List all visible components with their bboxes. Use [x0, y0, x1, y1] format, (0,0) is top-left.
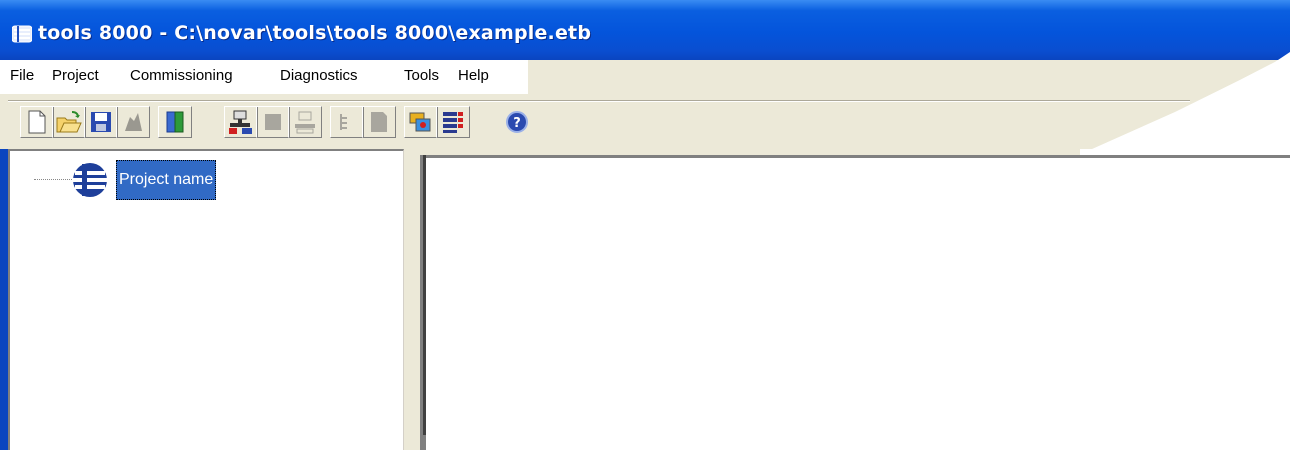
menu-tools[interactable]: Tools — [404, 67, 439, 84]
new-icon — [28, 110, 46, 134]
help-button[interactable]: ? — [500, 106, 534, 138]
pane-splitter[interactable] — [404, 149, 420, 450]
book-button[interactable] — [158, 106, 192, 138]
book-icon — [166, 111, 184, 133]
save-icon — [91, 112, 111, 132]
project-icon — [73, 163, 107, 197]
open-icon — [56, 111, 82, 133]
palette-icon — [409, 112, 431, 132]
content-area — [420, 155, 1290, 450]
window-title: tools 8000 - C:\novar\tools\tools 8000\e… — [38, 22, 592, 44]
tree-item-project[interactable]: Project name — [116, 160, 217, 200]
menu-file[interactable]: File — [10, 67, 34, 84]
disabled-button[interactable] — [256, 106, 290, 138]
toolbar: ? — [0, 94, 1290, 154]
disabled-icon — [125, 113, 142, 131]
list-icon — [443, 112, 463, 133]
svg-text:?: ? — [513, 116, 521, 131]
menu-bar: File Project Commissioning Diagnostics T… — [0, 60, 1290, 94]
tree-connector — [34, 179, 74, 181]
menu-diagnostics[interactable]: Diagnostics — [280, 67, 358, 84]
disabled-button[interactable] — [362, 106, 396, 138]
tree-icon — [340, 114, 347, 130]
disabled-icon — [295, 111, 315, 134]
menu-help[interactable]: Help — [458, 67, 489, 84]
save-button[interactable] — [84, 106, 118, 138]
disabled-icon — [371, 112, 387, 132]
network-button[interactable] — [224, 106, 258, 138]
app-icon — [12, 25, 32, 43]
application-window: tools 8000 - C:\novar\tools\tools 8000\e… — [0, 0, 1290, 450]
project-tree[interactable]: Project name — [8, 149, 404, 450]
toolbar-divider — [8, 100, 1190, 102]
disabled-button[interactable] — [288, 106, 322, 138]
content-pane — [420, 149, 1290, 450]
open-button[interactable] — [52, 106, 86, 138]
network-icon — [229, 110, 252, 134]
disabled-icon — [265, 114, 281, 130]
disabled-button[interactable] — [116, 106, 150, 138]
new-button[interactable] — [20, 106, 54, 138]
menu-commissioning[interactable]: Commissioning — [130, 67, 233, 84]
menu-project[interactable]: Project — [52, 67, 99, 84]
help-icon: ? — [506, 111, 528, 133]
title-bar[interactable]: tools 8000 - C:\novar\tools\tools 8000\e… — [0, 0, 1290, 60]
tree-button[interactable] — [330, 106, 364, 138]
window-left-border — [0, 149, 8, 450]
list-button[interactable] — [436, 106, 470, 138]
palette-button[interactable] — [404, 106, 438, 138]
